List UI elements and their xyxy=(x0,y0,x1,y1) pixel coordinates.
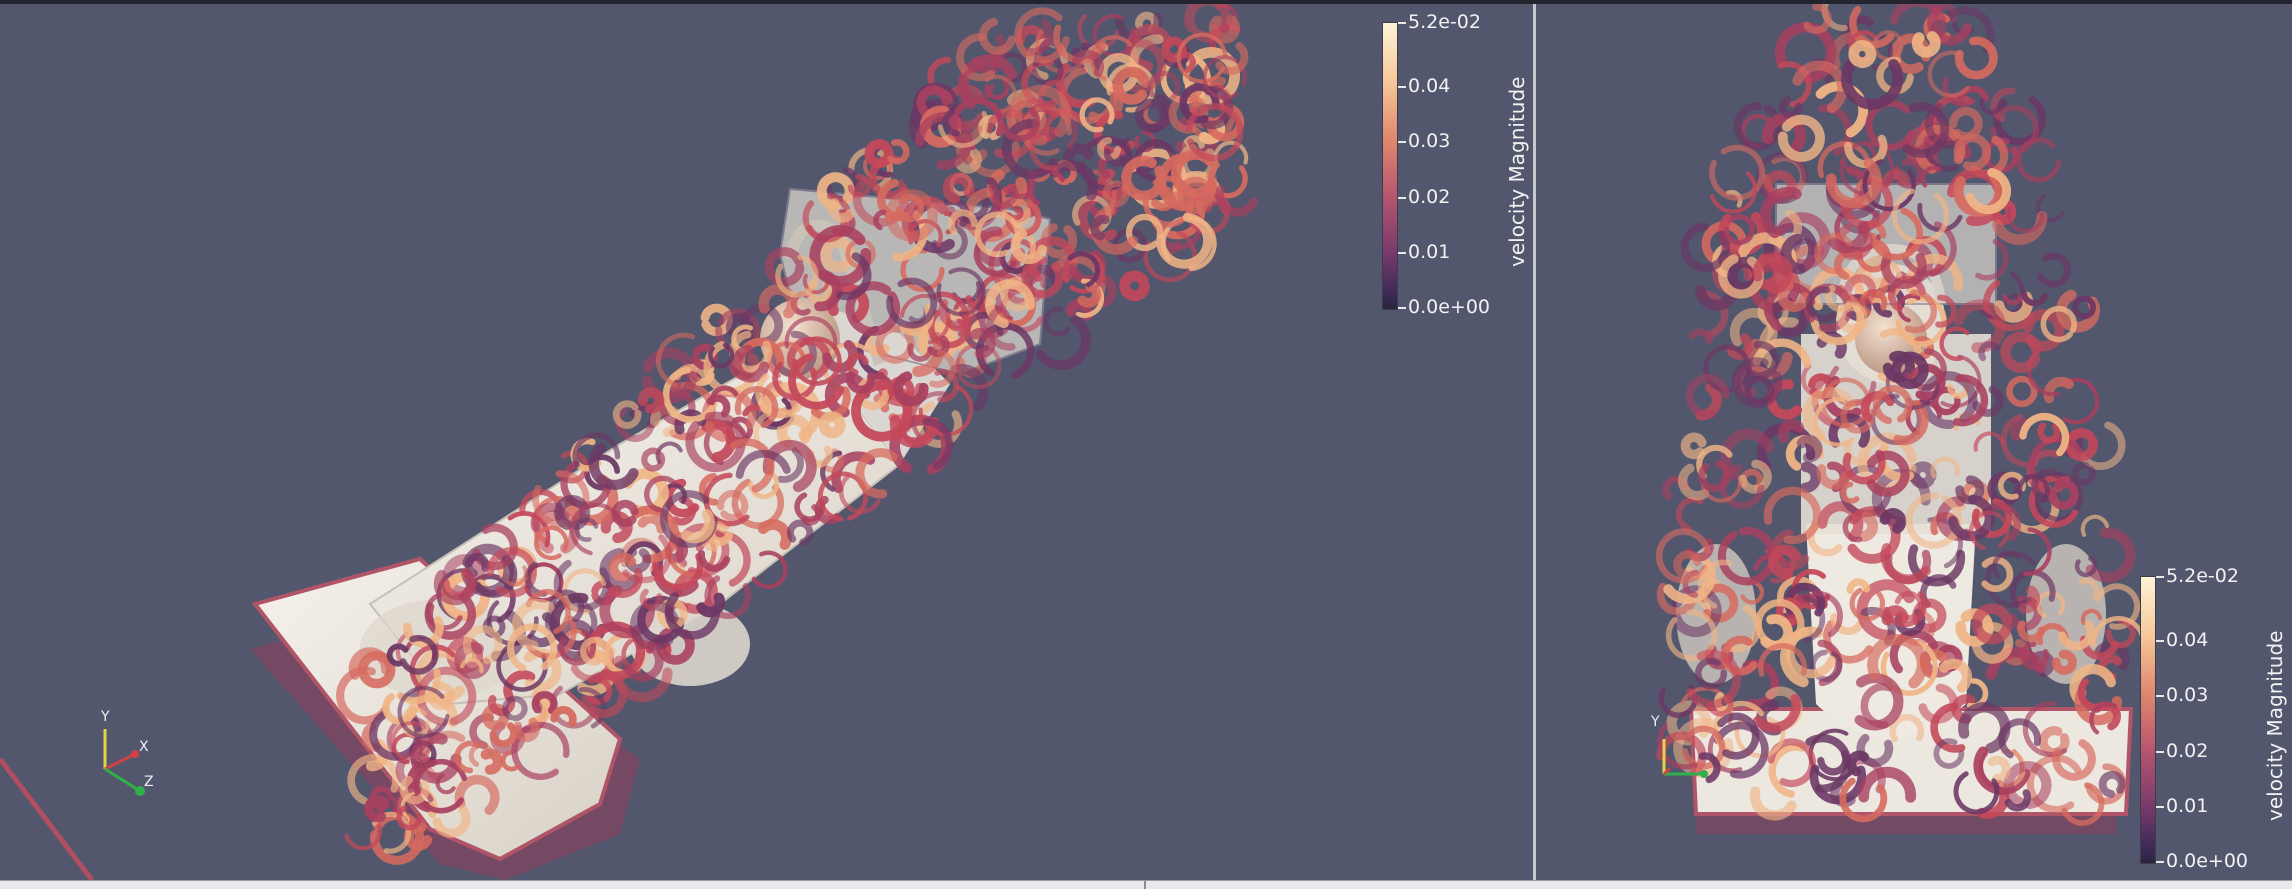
vortex-tube xyxy=(1675,496,1704,532)
legend-title: velocity Magnitude xyxy=(1505,76,1529,267)
legend-tick: 0.01 xyxy=(1408,241,1451,263)
vortex-tube xyxy=(1043,306,1071,337)
render-view-perspective[interactable]: Y X Z 5.2e-02 0.04 0.03 0.02 0.01 0.0e+0… xyxy=(0,4,1533,880)
vortex-tube xyxy=(2020,290,2048,307)
vortex-tube xyxy=(1119,270,1150,302)
legend-tick: 0.02 xyxy=(2166,740,2209,762)
legend-tick-min: 0.0e+00 xyxy=(2166,850,2249,872)
color-legend[interactable]: 5.2e-02 0.04 0.03 0.02 0.01 0.0e+00 velo… xyxy=(1382,12,1532,322)
vortex-tube xyxy=(1689,328,1713,345)
vortex-tube xyxy=(942,172,975,204)
vortex-tube xyxy=(1849,5,1895,49)
legend-tick-max: 5.2e-02 xyxy=(1408,11,1481,33)
vortex-tube xyxy=(1949,106,1983,141)
legend-title: velocity Magnitude xyxy=(2263,630,2287,821)
legend-tick: 0.04 xyxy=(2166,629,2209,651)
axis-label-z: Z xyxy=(144,774,154,790)
vortex-tube xyxy=(1680,432,1707,460)
vortex-tube xyxy=(2048,478,2079,510)
vortex-tube xyxy=(2037,252,2072,288)
vortex-tube xyxy=(2085,527,2136,583)
color-legend-top[interactable]: 5.2e-02 0.04 0.03 0.02 0.01 0.0e+00 velo… xyxy=(2140,566,2290,876)
render-view-top[interactable]: Y 5.2e-02 0.04 0.03 0.02 0.01 0.0e+00 ve… xyxy=(1536,4,2292,880)
vortex-tube xyxy=(1760,614,1793,651)
legend-tick: 0.02 xyxy=(1408,186,1451,208)
legend-tick: 0.03 xyxy=(1408,130,1451,152)
vortex-tube xyxy=(1954,36,1998,80)
vortex-tube xyxy=(2000,331,2042,373)
color-legend-bar xyxy=(1382,22,1398,310)
flow-visualization-perspective xyxy=(0,4,1259,880)
vortex-tube xyxy=(2071,462,2096,486)
axis-label-y-top: Y xyxy=(1651,714,1660,730)
vortex-tube xyxy=(1848,40,1877,68)
vortex-tube xyxy=(2072,295,2096,320)
vortex-tube xyxy=(612,400,642,429)
legend-tick-min: 0.0e+00 xyxy=(1408,296,1491,318)
color-legend-bar-top xyxy=(2140,576,2156,864)
paraview-render-window: Y X Z 5.2e-02 0.04 0.03 0.02 0.01 0.0e+0… xyxy=(0,0,2292,889)
axis-label-y: Y xyxy=(101,709,110,725)
legend-tick: 0.04 xyxy=(1408,75,1451,97)
legend-tick: 0.01 xyxy=(2166,795,2209,817)
ground-edge-line xyxy=(0,757,94,880)
vortex-tube xyxy=(2016,137,2062,183)
legend-tick: 0.03 xyxy=(2166,684,2209,706)
vortex-tube xyxy=(1803,4,1832,34)
legend-tick-max: 5.2e-02 xyxy=(2166,565,2239,587)
axis-label-x: X xyxy=(139,739,149,755)
vortex-tube xyxy=(1077,281,1102,308)
vortex-tube xyxy=(1865,99,1915,151)
vortex-tube xyxy=(1134,98,1169,133)
vortex-tube xyxy=(1953,133,1992,171)
vortex-tube xyxy=(2037,422,2061,444)
status-strip xyxy=(0,880,2292,889)
